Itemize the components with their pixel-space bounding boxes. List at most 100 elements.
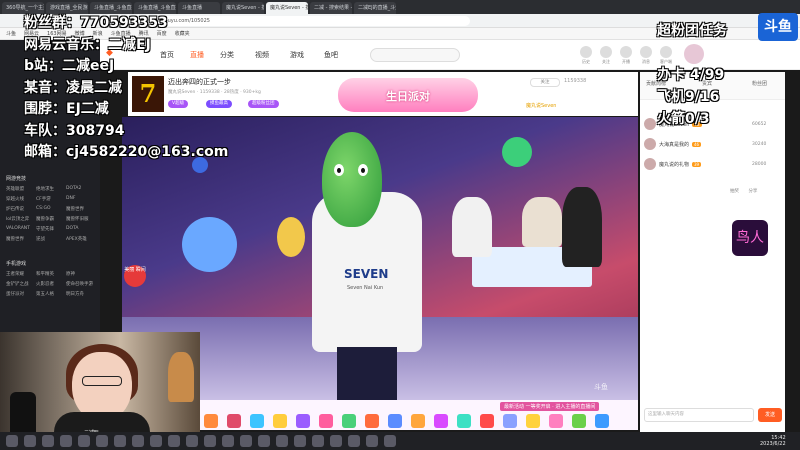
browser-tab[interactable]: 魔丸说Seven - 摸鱼直播 xyxy=(266,2,308,14)
sidebar-item[interactable]: 穿越火线 xyxy=(6,196,24,202)
taskbar-app-icon[interactable] xyxy=(330,435,342,447)
sidebar-item[interactable]: 使命召唤手游 xyxy=(66,281,93,287)
send-button[interactable]: 发送 xyxy=(758,408,782,422)
sidebar-item[interactable]: 和平精英 xyxy=(36,271,54,277)
follow-button[interactable]: 关注 xyxy=(530,78,560,87)
browser-tab[interactable]: 二减EJ的直播_斗鱼直播 xyxy=(354,2,396,14)
taskbar-app-icon[interactable] xyxy=(168,435,180,447)
sidebar-item[interactable]: 火影忍者 xyxy=(36,281,54,287)
gift-item[interactable] xyxy=(572,414,586,428)
taskbar-app-icon[interactable] xyxy=(258,435,270,447)
taskbar-app-icon[interactable] xyxy=(294,435,306,447)
fanclub-task-progress: 办卡 4/99 飞机9/16 火箭0/3 xyxy=(657,64,724,130)
browser-tab[interactable]: 二减 - 搜索结果 - 斗鱼 xyxy=(310,2,352,14)
chat-input[interactable]: 这里输入聊天内容 xyxy=(644,408,754,422)
rank-name: 魔丸说的礼物 xyxy=(659,161,690,168)
taskbar-app-icon[interactable] xyxy=(150,435,162,447)
taskbar-app-icon[interactable] xyxy=(60,435,72,447)
sidebar-item[interactable]: 明日方舟 xyxy=(66,291,84,297)
taskbar-app-icon[interactable] xyxy=(78,435,90,447)
gift-item[interactable] xyxy=(549,414,563,428)
taskbar-app-icon[interactable] xyxy=(366,435,378,447)
sidebar-item[interactable]: lol云顶之弈 xyxy=(6,216,29,222)
sidebar-item[interactable]: 原神 xyxy=(66,271,75,277)
bookmark-item[interactable]: 斗鱼 xyxy=(6,28,16,39)
sidebar-item[interactable]: 绝地求生 xyxy=(36,186,54,192)
os-taskbar: 15:42 2023/6/22 xyxy=(0,432,800,450)
taskbar-app-icon[interactable] xyxy=(6,435,18,447)
sidebar-item[interactable]: 蛋仔派对 xyxy=(6,291,24,297)
gift-item[interactable] xyxy=(204,414,218,428)
sidebar-item[interactable]: CF手游 xyxy=(36,196,51,202)
sidebar-item[interactable]: APEX英雄 xyxy=(66,236,87,242)
sidebar-item[interactable]: DNF xyxy=(66,196,75,201)
sidebar-item[interactable]: VALORANT xyxy=(6,226,30,231)
overlay-task-line: 飞机9/16 xyxy=(657,89,720,105)
history-icon[interactable] xyxy=(580,46,592,58)
user-avatar[interactable] xyxy=(684,44,704,64)
message-icon[interactable] xyxy=(640,46,652,58)
taskbar-app-icon[interactable] xyxy=(114,435,126,447)
client-icon[interactable] xyxy=(660,46,672,58)
gift-item[interactable] xyxy=(227,414,241,428)
nav-video[interactable]: 视频 xyxy=(255,50,269,60)
lottery-button[interactable]: 抽奖 xyxy=(730,189,739,194)
taskbar-app-icon[interactable] xyxy=(222,435,234,447)
taskbar-app-icon[interactable] xyxy=(312,435,324,447)
gift-item[interactable] xyxy=(250,414,264,428)
sidebar-item[interactable]: 魔兽争霸 xyxy=(36,216,54,222)
taskbar-app-icon[interactable] xyxy=(132,435,144,447)
gift-item[interactable] xyxy=(296,414,310,428)
gift-item[interactable] xyxy=(457,414,471,428)
taskbar-app-icon[interactable] xyxy=(24,435,36,447)
sidebar-item[interactable]: 王者荣耀 xyxy=(6,271,24,277)
overlay-task-line: 办卡 4/99 xyxy=(657,67,725,83)
tag-fanclub[interactable]: 超级粉丝团 xyxy=(248,100,279,108)
gift-item[interactable] xyxy=(503,414,517,428)
gift-item[interactable] xyxy=(526,414,540,428)
gift-item[interactable] xyxy=(319,414,333,428)
game-ad[interactable]: 鸟人 xyxy=(732,220,768,256)
broadcast-icon[interactable] xyxy=(620,46,632,58)
taskbar-app-icon[interactable] xyxy=(276,435,288,447)
taskbar-app-icon[interactable] xyxy=(348,435,360,447)
rank-row[interactable]: 魔丸说的礼物 39 28000 xyxy=(644,158,784,170)
sidebar-item[interactable]: 魔兽怀旧服 xyxy=(66,216,89,222)
rank-row[interactable]: 大海真是我的 46 30240 xyxy=(644,138,784,150)
moment-badge[interactable]: 美丽 瞬间 xyxy=(124,265,146,287)
sidebar-item[interactable]: 魔兽世界 xyxy=(6,236,24,242)
share-button[interactable]: 分享 xyxy=(748,189,757,194)
taskbar-app-icon[interactable] xyxy=(186,435,198,447)
nav-yuba[interactable]: 鱼吧 xyxy=(324,50,338,60)
nav-game[interactable]: 游戏 xyxy=(290,50,304,60)
gift-item[interactable] xyxy=(411,414,425,428)
taskbar-app-icon[interactable] xyxy=(204,435,216,447)
sidebar-item[interactable]: 魔兽世界 xyxy=(66,206,84,212)
taskbar-date: 2023/6/22 xyxy=(760,441,786,447)
taskbar-app-icon[interactable] xyxy=(96,435,108,447)
sidebar-item[interactable]: DOTA2 xyxy=(66,186,81,191)
search-input[interactable] xyxy=(370,48,460,62)
sidebar-item[interactable]: CS:GO xyxy=(36,206,51,211)
taskbar-app-icon[interactable] xyxy=(240,435,252,447)
sidebar-item[interactable]: 逆战 xyxy=(36,236,45,242)
sidebar-item[interactable]: 英雄联盟 xyxy=(6,186,24,192)
gift-item[interactable] xyxy=(434,414,448,428)
tab-fanclub[interactable]: 粉丝团 xyxy=(752,80,767,87)
gift-item[interactable] xyxy=(388,414,402,428)
gift-item[interactable] xyxy=(595,414,609,428)
sidebar-item[interactable]: 炉石传说 xyxy=(6,206,24,212)
sidebar-item[interactable]: 金铲铲之战 xyxy=(6,281,29,287)
gift-event-banner[interactable]: 最新活动 一等奖开启 · 进入主播的直播间 xyxy=(500,402,600,411)
sidebar-item[interactable]: 守望先锋 xyxy=(36,226,54,232)
gift-item[interactable] xyxy=(365,414,379,428)
taskbar-app-icon[interactable] xyxy=(42,435,54,447)
rank-name: 大海真是我的 xyxy=(659,141,690,148)
follow-icon[interactable] xyxy=(600,46,612,58)
gift-item[interactable] xyxy=(273,414,287,428)
sidebar-item[interactable]: 第五人格 xyxy=(36,291,54,297)
taskbar-app-icon[interactable] xyxy=(384,435,396,447)
gift-item[interactable] xyxy=(342,414,356,428)
sidebar-item[interactable]: DOTA xyxy=(66,226,79,231)
gift-item[interactable] xyxy=(480,414,494,428)
